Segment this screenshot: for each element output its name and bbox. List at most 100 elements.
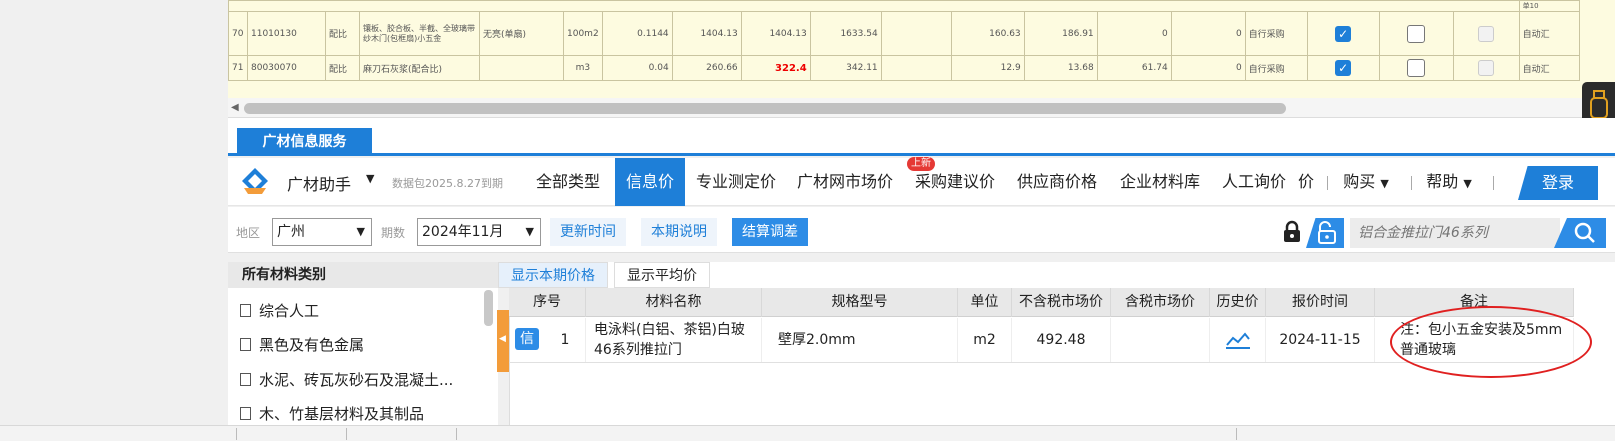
header-price-ex-tax: 不含税市场价 <box>1012 288 1111 317</box>
row-spec <box>479 55 564 81</box>
row-price-4 <box>880 55 952 81</box>
disabled-checkbox <box>1478 60 1495 76</box>
result-price-tax <box>1111 318 1210 362</box>
tab-current-price[interactable]: 显示本期价格 <box>498 262 608 288</box>
row-type: 配比 <box>325 55 360 81</box>
search-input[interactable] <box>1350 218 1560 248</box>
period-value: 2024年11月 <box>422 224 504 240</box>
tab-labor-inquiry[interactable]: 人工询价 <box>1216 158 1292 206</box>
lock-icon[interactable] <box>1282 220 1302 248</box>
app-logo-icon <box>240 166 270 196</box>
row-price-1: 260.66 <box>671 55 742 81</box>
header-price-tax: 含税市场价 <box>1111 288 1210 317</box>
header-unit: 单位 <box>958 288 1012 317</box>
region-select[interactable]: 广州 ▼ <box>272 218 372 246</box>
result-no: 1 <box>545 318 586 362</box>
row-no: 70 <box>228 11 248 56</box>
login-button[interactable]: 登录 <box>1518 166 1598 200</box>
header-history: 历史价 <box>1210 288 1266 317</box>
header-date: 报价时间 <box>1266 288 1375 317</box>
result-spec: 壁厚2.0mm <box>762 318 958 362</box>
tab-enterprise-library[interactable]: 企业材料库 <box>1113 158 1207 206</box>
table-row[interactable]: 70 11010130 配比 镶板、胶合板、半截、全玻璃带纱木门(包框扇)小五金… <box>228 11 1580 56</box>
row-name: 麻刀石灰浆(配合比) <box>359 55 480 81</box>
period-note-button[interactable]: 本期说明 <box>641 218 717 246</box>
chevron-down-icon[interactable]: ▼ <box>366 172 374 185</box>
document-icon <box>240 407 251 420</box>
unchecked-checkbox[interactable] <box>1407 24 1426 43</box>
tab-market-price[interactable]: 广材网市场价 <box>789 158 901 206</box>
annotation-ellipse <box>1390 306 1592 378</box>
category-label: 水泥、砖瓦灰砂石及混凝土... <box>259 371 454 389</box>
row-price-6: 186.91 <box>1023 11 1098 56</box>
row-price-7: 61.74 <box>1096 55 1172 81</box>
chevron-down-icon: ▼ <box>356 225 365 238</box>
row-unit: m3 <box>563 55 603 81</box>
chevron-down-icon: ▼ <box>1380 177 1389 190</box>
row-tail: 自动汇 <box>1518 11 1580 56</box>
tab-material-info-service[interactable]: 广材信息服务 <box>237 128 372 156</box>
buy-label: 购买 <box>1343 172 1376 191</box>
scrollbar-thumb[interactable] <box>244 103 1286 114</box>
row-source: 自行采购 <box>1244 11 1308 56</box>
tab-all-types[interactable]: 全部类型 <box>528 158 608 206</box>
chevron-left-icon: ◀ <box>499 334 506 344</box>
document-icon <box>240 338 251 351</box>
settle-adjust-button[interactable]: 结算调差 <box>732 218 808 246</box>
collapse-handle[interactable]: ◀ <box>497 310 509 372</box>
panel-tab-strip <box>228 118 1615 156</box>
header-spec: 规格型号 <box>762 288 958 317</box>
horizontal-scrollbar[interactable]: ◀ <box>228 98 1615 118</box>
row-price-2: 1404.13 <box>740 11 811 56</box>
update-time-button[interactable]: 更新时间 <box>550 218 626 246</box>
tab-truncated[interactable]: 价 <box>1296 158 1316 206</box>
left-blank-area <box>0 0 228 425</box>
row-qty: 0.1144 <box>601 11 673 56</box>
help-menu[interactable]: 帮助 ▼ <box>1416 158 1482 206</box>
trend-chart-icon[interactable] <box>1210 318 1266 362</box>
category-item[interactable]: 综合人工 <box>240 300 319 321</box>
unchecked-checkbox[interactable] <box>1407 59 1426 77</box>
document-icon <box>240 373 251 386</box>
checked-checkbox[interactable]: ✓ <box>1335 60 1352 76</box>
document-icon <box>240 304 251 317</box>
tab-professional-price[interactable]: 专业测定价 <box>690 158 782 206</box>
header-no: 序号 <box>509 288 586 317</box>
row-price-4 <box>880 11 952 56</box>
table-row[interactable]: 71 80030070 配比 麻刀石灰浆(配合比) m3 0.04 260.66… <box>228 55 1580 81</box>
status-bar <box>0 425 1615 441</box>
buy-menu[interactable]: 购买 ▼ <box>1334 158 1398 206</box>
category-label: 黑色及有色金属 <box>259 336 365 354</box>
row-price-2-highlight: 322.4 <box>740 55 811 81</box>
new-badge: 上新 <box>907 157 935 171</box>
tab-supplier-price[interactable]: 供应商价格 <box>1011 158 1103 206</box>
row-spec: 无亮(单扇) <box>479 11 564 56</box>
row-code: 80030070 <box>247 55 326 81</box>
category-item[interactable]: 黑色及有色金属 <box>240 334 364 355</box>
scroll-left-icon[interactable]: ◀ <box>231 102 239 113</box>
chevron-down-icon: ▼ <box>525 225 534 238</box>
row-price-5: 12.9 <box>950 55 1025 81</box>
tab-average-price[interactable]: 显示平均价 <box>614 262 710 288</box>
row-tail: 自动汇 <box>1518 55 1580 81</box>
help-label: 帮助 <box>1426 172 1459 191</box>
row-no: 71 <box>228 55 248 81</box>
result-price-ex-tax: 492.48 <box>1012 318 1111 362</box>
region-value: 广州 <box>277 224 305 240</box>
assistant-menu[interactable]: 广材助手 <box>287 171 351 195</box>
row-qty: 0.04 <box>601 55 673 81</box>
category-label: 综合人工 <box>259 302 320 320</box>
category-label: 木、竹基层材料及其制品 <box>259 405 425 423</box>
info-badge: 信 <box>515 328 539 350</box>
period-label: 期数 <box>381 226 406 240</box>
period-select[interactable]: 2024年11月 ▼ <box>417 218 541 246</box>
result-date: 2024-11-15 <box>1266 318 1375 362</box>
category-title: 所有材料类别 <box>228 262 498 288</box>
category-item[interactable]: 木、竹基层材料及其制品 <box>240 403 424 424</box>
checked-checkbox[interactable]: ✓ <box>1335 25 1352 42</box>
row-unit: 100m2 <box>563 11 603 56</box>
category-item[interactable]: 水泥、砖瓦灰砂石及混凝土... <box>240 369 453 390</box>
row-name: 镶板、胶合板、半截、全玻璃带纱木门(包框扇)小五金 <box>359 11 480 56</box>
category-scrollbar[interactable] <box>484 290 493 326</box>
tab-info-price[interactable]: 信息价 <box>615 158 685 206</box>
